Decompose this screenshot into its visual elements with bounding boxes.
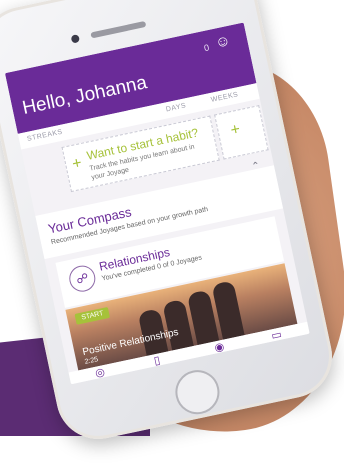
feature-duration: 2:25 [84, 356, 99, 366]
phone-body: Hello, Johanna 0 ☺ STREAKS DAYS WEEKS + … [0, 0, 340, 447]
front-camera [70, 34, 81, 44]
plus-icon: + [70, 154, 84, 174]
compass-icon[interactable]: ◎ [94, 365, 106, 380]
relationships-icon: ☍ [66, 263, 98, 295]
journal-icon[interactable]: ▯ [153, 353, 161, 367]
tab-weeks[interactable]: WEEKS [210, 91, 239, 104]
start-button[interactable]: START [74, 306, 111, 325]
habit-add-card[interactable]: + [214, 105, 269, 160]
chat-icon[interactable]: ▭ [270, 328, 283, 343]
profile-icon[interactable]: ◉ [213, 340, 226, 355]
home-button[interactable] [171, 366, 224, 419]
app-screen: Hello, Johanna 0 ☺ STREAKS DAYS WEEKS + … [4, 22, 310, 385]
speaker-grille [90, 20, 147, 39]
streak-count: 0 [203, 42, 211, 54]
smile-icon[interactable]: ☺ [214, 32, 233, 52]
tab-streaks[interactable]: STREAKS [26, 129, 63, 143]
tab-days[interactable]: DAYS [165, 102, 187, 113]
plus-icon: + [229, 120, 242, 140]
